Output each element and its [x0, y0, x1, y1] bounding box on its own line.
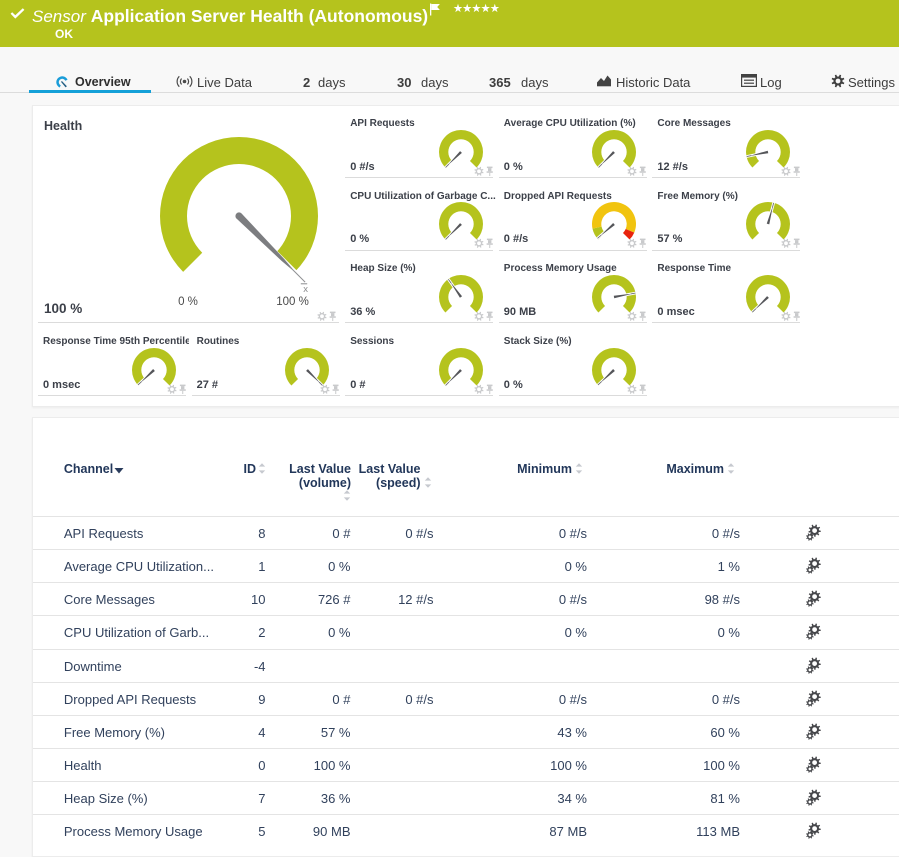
svg-text:x: x: [303, 284, 308, 295]
